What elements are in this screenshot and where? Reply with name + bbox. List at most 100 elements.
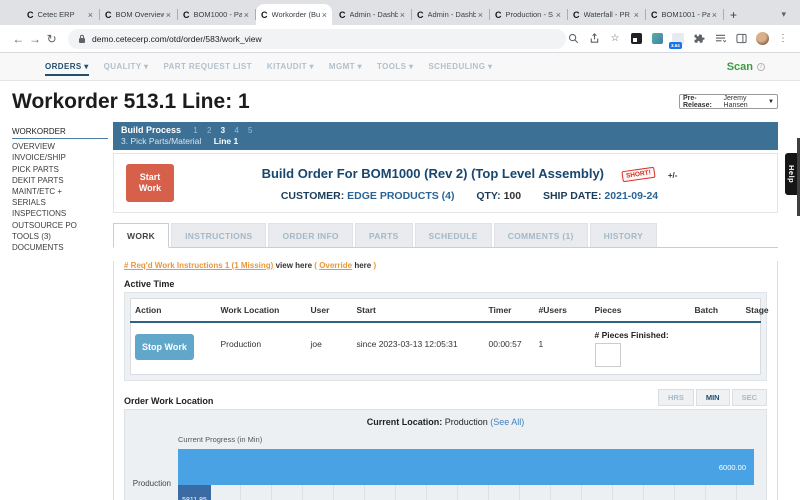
override-link[interactable]: Override — [319, 261, 352, 270]
tab-history[interactable]: HISTORY — [590, 223, 657, 247]
view-here-link[interactable]: view here — [276, 261, 312, 270]
search-icon[interactable] — [566, 32, 580, 46]
pre-release-label: Pre-Release: — [683, 95, 722, 109]
browser-tab[interactable]: C Admin - Dashb × — [334, 4, 410, 25]
nav-orders[interactable]: ORDERS ▾ — [45, 62, 89, 76]
chart-plot-area: 6000.00 5811.85 Production — [178, 449, 754, 500]
col-pieces: Pieces — [591, 299, 691, 323]
extension-ticker-icon[interactable]: 3.64 — [671, 32, 685, 46]
tab-close-icon[interactable]: × — [88, 10, 93, 20]
tab-close-icon[interactable]: × — [556, 10, 561, 20]
share-icon[interactable] — [587, 32, 601, 46]
qty-label: QTY: — [476, 190, 500, 202]
nav-part-request-list[interactable]: PART REQUEST LIST — [163, 62, 251, 71]
sidebar-item-overview[interactable]: OVERVIEW — [12, 141, 108, 152]
browser-tab[interactable]: C BOM1000 - Pa × — [178, 4, 254, 25]
sidebar-item-workorder[interactable]: WORKORDER — [12, 126, 108, 137]
required-instructions-link[interactable]: # Req'd Work Instructions 1 (1 Missing) — [124, 261, 273, 270]
browser-tab[interactable]: C Cetec ERP × — [22, 4, 98, 25]
reading-list-icon[interactable] — [713, 32, 727, 46]
pieces-finished-input[interactable] — [595, 343, 621, 367]
browser-tab[interactable]: C Admin - Dashb × — [412, 4, 488, 25]
sidebar-item-serials[interactable]: SERIALS — [12, 197, 108, 208]
tab-search-chevron-icon[interactable]: ▾ — [781, 9, 800, 25]
build-process-step-2[interactable]: 2 — [207, 126, 211, 135]
override-here-link[interactable]: here — [354, 261, 371, 270]
forward-icon[interactable]: → — [27, 32, 44, 46]
sidebar-item-dekit-parts[interactable]: DEKIT PARTS — [12, 175, 108, 186]
extension-image-icon[interactable] — [650, 32, 664, 46]
cetec-favicon: C — [651, 10, 658, 20]
scan-button[interactable]: Scan i — [727, 61, 765, 73]
tab-close-icon[interactable]: × — [322, 10, 327, 20]
start-work-button[interactable]: Start Work — [126, 164, 174, 202]
build-process-step-5[interactable]: 5 — [248, 126, 252, 135]
nav-scheduling[interactable]: SCHEDULING ▾ — [428, 62, 492, 71]
ship-date-label: SHIP DATE: — [543, 190, 602, 202]
bookmark-star-icon[interactable]: ☆ — [608, 32, 622, 46]
nav-tools[interactable]: TOOLS ▾ — [377, 62, 413, 71]
build-process-title: Build Process — [121, 125, 181, 135]
tab-label: Waterfall - PR — [584, 10, 632, 19]
tab-close-icon[interactable]: × — [166, 10, 171, 20]
nav-mgmt[interactable]: MGMT ▾ — [329, 62, 362, 71]
tab-instructions[interactable]: INSTRUCTIONS — [171, 223, 266, 247]
unit-sec-button[interactable]: SEC — [732, 389, 767, 406]
tab-close-icon[interactable]: × — [244, 10, 249, 20]
browser-tab[interactable]: C BOM Overview × — [100, 4, 176, 25]
sidebar-item-maint-etc[interactable]: MAINT/ETC + — [12, 186, 108, 197]
sidebar-item-documents[interactable]: DOCUMENTS — [12, 242, 108, 253]
sidebar-item-pick-parts[interactable]: PICK PARTS — [12, 164, 108, 175]
tab-close-icon[interactable]: × — [400, 10, 405, 20]
tab-label: BOM1001 - Pa — [662, 10, 710, 19]
select-caret-icon: ▼ — [768, 99, 774, 105]
sidebar-item-tools[interactable]: TOOLS (3) — [12, 231, 108, 242]
sidebar-item-inspections[interactable]: INSPECTIONS — [12, 208, 108, 219]
browser-tab[interactable]: C Production - S × — [490, 4, 566, 25]
browser-tab-active[interactable]: C Workorder (Bu × — [256, 4, 332, 25]
unit-hrs-button[interactable]: HRS — [658, 389, 694, 406]
tab-close-icon[interactable]: × — [634, 10, 639, 20]
build-process-step-4[interactable]: 4 — [234, 126, 238, 135]
side-panel-icon[interactable] — [734, 32, 748, 46]
active-time-heading: Active Time — [124, 279, 777, 289]
see-all-link[interactable]: (See All) — [490, 417, 524, 427]
cetec-favicon: C — [495, 10, 502, 20]
address-bar[interactable]: demo.cetecerp.com/otd/order/583/work_vie… — [68, 29, 566, 49]
unit-min-button[interactable]: MIN — [696, 389, 730, 406]
stop-work-button[interactable]: Stop Work — [135, 334, 194, 360]
col-action: Action — [131, 299, 217, 323]
browser-tab[interactable]: C Waterfall - PR × — [568, 4, 644, 25]
back-icon[interactable]: ← — [10, 32, 27, 46]
build-process-step-1[interactable]: 1 — [193, 126, 197, 135]
tab-label: Admin - Dashb — [428, 10, 476, 19]
extensions-puzzle-icon[interactable] — [692, 32, 706, 46]
short-badge[interactable]: SHORT! — [622, 166, 656, 181]
browser-tab[interactable]: C BOM1001 - Pa × — [646, 4, 722, 25]
sidebar-item-outsource-po[interactable]: OUTSOURCE PO — [12, 220, 108, 231]
tab-work[interactable]: WORK — [113, 223, 169, 248]
new-tab-button[interactable]: + — [724, 8, 745, 25]
cell-start: since 2023-03-13 12:05:31 — [353, 322, 485, 375]
sidebar-item-invoice-ship[interactable]: INVOICE/SHIP — [12, 152, 108, 163]
profile-avatar[interactable] — [755, 32, 769, 46]
customer-link[interactable]: EDGE PRODUCTS (4) — [347, 190, 454, 202]
reload-icon[interactable]: ↻ — [43, 32, 60, 46]
pre-release-select[interactable]: Pre-Release: Jeremy Hansen ▼ — [679, 94, 778, 109]
nav-kitaudit[interactable]: KITAUDIT ▾ — [267, 62, 314, 71]
actual-bar: 5811.85 — [178, 485, 211, 500]
nav-quality[interactable]: QUALITY ▾ — [104, 62, 149, 71]
build-process-step-3[interactable]: 3 — [221, 126, 225, 135]
tab-close-icon[interactable]: × — [712, 10, 717, 20]
menu-dots-icon[interactable]: ⋮ — [776, 32, 790, 46]
tab-schedule[interactable]: SCHEDULE — [415, 223, 492, 247]
tab-comments[interactable]: COMMENTS (1) — [494, 223, 588, 247]
url-text: demo.cetecerp.com/otd/order/583/work_vie… — [92, 34, 262, 44]
work-location-chart-panel: Current Location: Production (See All) C… — [124, 409, 767, 500]
tab-close-icon[interactable]: × — [478, 10, 483, 20]
tab-order-info[interactable]: ORDER INFO — [268, 223, 352, 247]
tab-parts[interactable]: PARTS — [355, 223, 413, 247]
extension-doc-icon[interactable] — [629, 32, 643, 46]
plus-minus-link[interactable]: +/- — [668, 171, 678, 180]
progress-bar-chart: Current Progress (in Min) 6000.00 5811.8… — [178, 435, 754, 500]
